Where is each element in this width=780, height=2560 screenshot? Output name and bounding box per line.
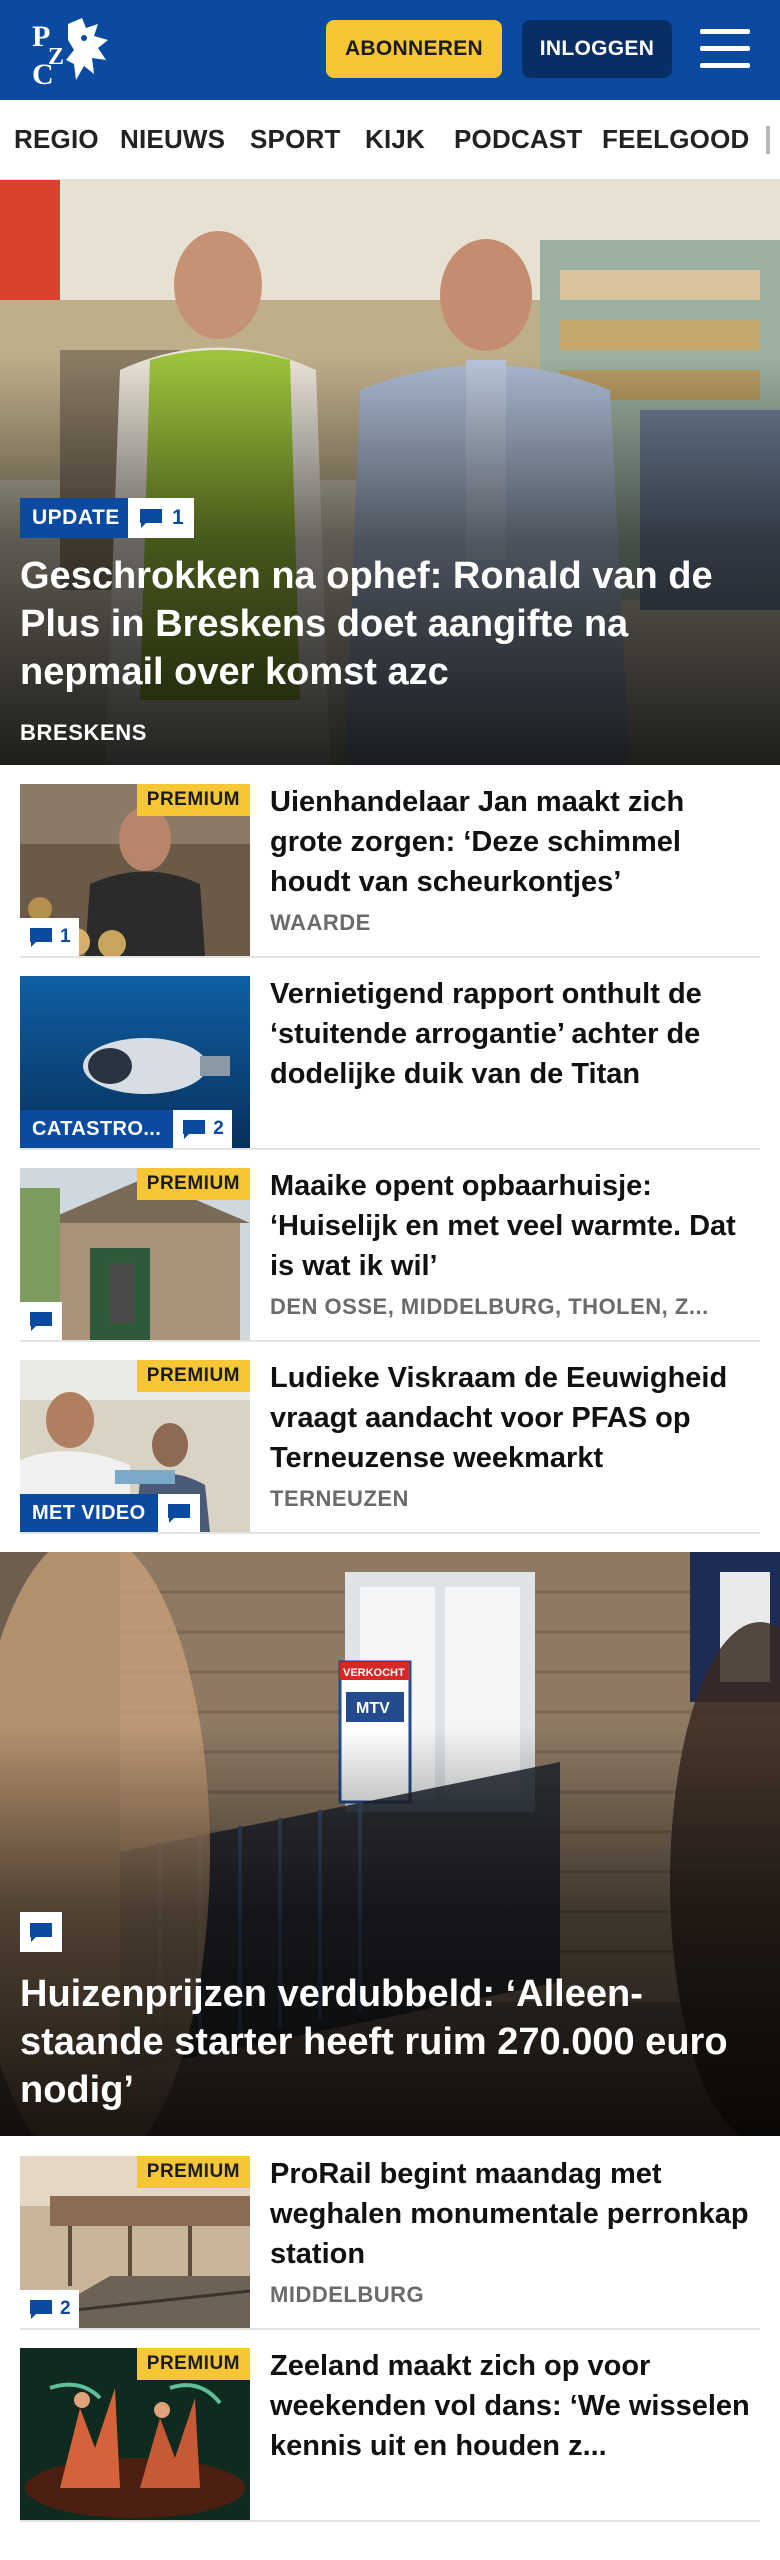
article-region: TERNEUZEN [270,1486,409,1511]
article-headline[interactable]: Zeeland maakt zich op voor weekenden vol… [270,2346,760,2466]
sign-agent-text: MTV [356,1700,390,1717]
hero-story-1[interactable]: UPDATE 1 Geschrokken na ophef: Ronald va… [0,180,780,765]
nav-item-regio[interactable]: REGIO [14,100,99,179]
comment-icon [30,928,52,947]
hero-headline[interactable]: Geschrokken na ophef: Ronald van de Plus… [20,552,760,696]
list-item[interactable]: PREMIUM Zeeland maakt zich op voor weeke… [20,2348,760,2520]
article-headline[interactable]: ProRail begint maandag met weghalen monu… [270,2154,760,2274]
premium-badge: PREMIUM [136,784,250,816]
list-item[interactable]: PREMIUM 2 ProRail begint maandag met weg… [20,2156,760,2328]
nav-item-sport[interactable]: SPORT [250,100,341,179]
article-thumbnail: PREMIUM [20,1168,250,1340]
category-badge: CATASTRO... [20,1110,174,1148]
video-badge: MET VIDEO [20,1494,158,1532]
article-region: WAARDE [270,910,371,935]
comment-count-badge[interactable] [20,1912,62,1952]
pzc-logo[interactable]: P Z C [28,14,114,91]
comment-count: 2 [213,1118,224,1139]
divider [20,1340,760,1342]
hero-region: BRESKENS [20,720,148,745]
article-thumbnail: CATASTRO... 2 [20,976,250,1148]
list-item[interactable]: PREMIUM MET VIDEO Ludieke Viskraam de Ee… [20,1360,760,1532]
comment-count-badge[interactable]: 2 [20,2290,79,2328]
list-item[interactable]: CATASTRO... 2 Vernietigend rapport onthu… [20,976,760,1148]
comment-count-badge[interactable] [157,1494,200,1532]
comment-count: 1 [172,506,184,529]
comment-icon [30,2300,52,2319]
divider [20,2328,760,2330]
nav-overflow-hint [766,126,770,154]
article-headline[interactable]: Uienhandelaar Jan maakt zich grote zorge… [270,782,760,902]
comment-icon [30,1923,52,1942]
svg-text:C: C [32,58,54,88]
comment-count: 2 [60,2298,71,2319]
section-nav: REGIO NIEUWS SPORT KIJK PODCAST FEELGOOD [0,100,780,180]
divider [20,1148,760,1150]
nav-item-kijk[interactable]: KIJK [365,100,425,179]
article-headline[interactable]: Maaike opent opbaarhuisje: ‘Huiselijk en… [270,1166,760,1286]
article-thumbnail: PREMIUM [20,2348,250,2520]
article-region: MIDDELBURG [270,2282,425,2307]
article-thumbnail: PREMIUM MET VIDEO [20,1360,250,1532]
menu-icon[interactable] [700,27,750,71]
nav-item-feelgood[interactable]: FEELGOOD [602,100,750,179]
article-headline[interactable]: Ludieke Viskraam de Eeuwigheid vraagt aa… [270,1358,760,1478]
list-item[interactable]: PREMIUM 1 Uienhandelaar Jan maakt zich g… [20,784,760,956]
comment-count-badge[interactable] [20,1302,62,1340]
nav-item-podcast[interactable]: PODCAST [454,100,583,179]
premium-badge: PREMIUM [136,2156,250,2188]
divider [20,1532,760,1534]
hero-headline[interactable]: Huizenprijzen verdubbeld: ‘Alleen-staand… [20,1970,760,2114]
update-badge: UPDATE [20,498,132,538]
article-headline[interactable]: Vernietigend rapport onthult de ‘stuiten… [270,974,760,1094]
comment-icon [167,1504,190,1523]
subscribe-button[interactable]: ABONNEREN [326,20,502,78]
comment-count-badge[interactable]: 1 [20,918,79,956]
comment-icon [30,1312,52,1331]
comment-icon [140,509,162,528]
login-button[interactable]: INLOGGEN [522,20,672,78]
comment-count: 1 [60,926,71,947]
top-header: P Z C ABONNEREN INLOGGEN [0,0,780,100]
premium-badge: PREMIUM [136,2348,250,2380]
article-thumbnail: PREMIUM 1 [20,784,250,956]
nav-item-nieuws[interactable]: NIEUWS [120,100,225,179]
divider [20,2520,760,2522]
sign-sold-text: VERKOCHT [343,1667,405,1679]
hero-story-2[interactable]: VERKOCHT MTV Huizenprijzen verdubbeld: ‘… [0,1552,780,2136]
article-region: DEN OSSE, MIDDELBURG, THOLEN, Z... [270,1294,709,1319]
premium-badge: PREMIUM [136,1168,250,1200]
list-item[interactable]: PREMIUM Maaike opent opbaarhuisje: ‘Huis… [20,1168,760,1340]
divider [20,956,760,958]
comment-count-badge[interactable]: 2 [173,1110,232,1148]
article-thumbnail: PREMIUM 2 [20,2156,250,2328]
comment-icon [183,1120,206,1139]
comment-count-badge[interactable]: 1 [128,498,194,538]
premium-badge: PREMIUM [136,1360,250,1392]
